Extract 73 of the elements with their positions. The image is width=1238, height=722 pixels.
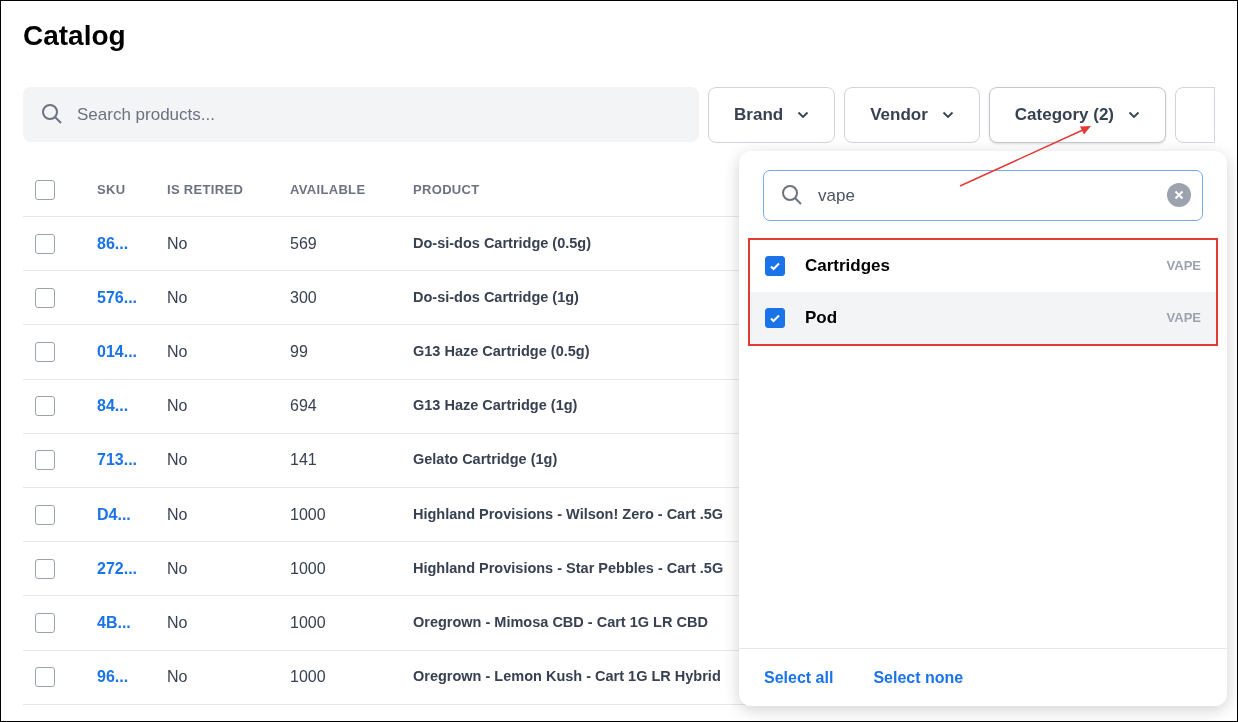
column-header: IS RETIRED xyxy=(167,180,245,199)
table-cell-text: 1000 xyxy=(290,558,327,579)
checkbox[interactable] xyxy=(35,558,55,579)
table-cell-text: Oregrown - Lemon Kush - Cart 1G LR Hybrid xyxy=(413,667,721,687)
filter-dropdown[interactable] xyxy=(1175,87,1215,143)
table-cell-text: No xyxy=(167,667,189,688)
column-header: PRODUCT xyxy=(413,180,481,199)
option-label: Pod xyxy=(805,307,839,330)
table-cell-text: 1000 xyxy=(290,667,327,688)
select-link[interactable]: Select all xyxy=(764,665,834,690)
table-cell-text: 141 xyxy=(290,450,318,471)
sku-link[interactable]: D4... xyxy=(97,502,167,527)
checkbox[interactable] xyxy=(35,667,55,688)
table-cell-text: No xyxy=(167,341,189,362)
check-icon xyxy=(769,260,781,272)
sku-link[interactable]: 014... xyxy=(97,339,167,364)
checkbox[interactable] xyxy=(35,612,55,633)
table-cell-text: Do-si-dos Cartridge (0.5g) xyxy=(413,233,592,253)
check-icon xyxy=(769,312,781,324)
table-cell-text: Highland Provisions - Star Pebbles - Cart .5G xyxy=(413,558,724,578)
filter-search-field[interactable]: vape xyxy=(763,170,1203,221)
sku-link[interactable]: 576... xyxy=(97,285,167,310)
sku-link[interactable]: 86... xyxy=(97,231,167,256)
table-cell-text: No xyxy=(167,558,189,579)
table-cell-text: Gelato Cartridge (1g) xyxy=(413,450,558,470)
checkbox[interactable] xyxy=(35,287,55,308)
checkbox[interactable] xyxy=(35,504,55,525)
table-cell-text: 1000 xyxy=(290,612,327,633)
option-tag: VAPE xyxy=(1166,256,1201,276)
column-header: SKU xyxy=(97,180,127,199)
sku-link[interactable]: 84... xyxy=(97,394,167,419)
table-cell-text: Do-si-dos Cartridge (1g) xyxy=(413,287,579,307)
checkbox[interactable] xyxy=(765,308,785,328)
search-field[interactable]: Search products... xyxy=(23,87,700,142)
checkbox[interactable] xyxy=(765,256,785,276)
table-cell-text: Highland Provisions - Wilson! Zero - Cart .5G xyxy=(413,504,724,524)
category-option[interactable]: Pod VAPE xyxy=(750,292,1216,344)
table-cell-text: No xyxy=(167,287,189,308)
table-cell-text: G13 Haze Cartridge (1g) xyxy=(413,396,578,416)
table-cell-text: 99 xyxy=(290,341,309,362)
sku-link[interactable]: 96... xyxy=(97,665,167,690)
table-cell-text: 569 xyxy=(290,233,318,254)
sku-link[interactable]: 4B... xyxy=(97,610,167,635)
column-header: AVAILABLE xyxy=(290,180,367,199)
chevron-down-icon xyxy=(1128,111,1140,119)
table-cell-text: 694 xyxy=(290,396,318,417)
table-cell-text: No xyxy=(167,396,189,417)
sku-link[interactable]: 713... xyxy=(97,448,167,473)
filter-dropdown[interactable]: Brand xyxy=(708,87,836,143)
table-cell-text: 300 xyxy=(290,287,318,308)
checkbox[interactable] xyxy=(35,396,55,417)
checkbox[interactable] xyxy=(35,179,55,200)
sku-link[interactable]: 272... xyxy=(97,556,167,581)
search-icon xyxy=(781,184,803,206)
chevron-down-icon xyxy=(797,111,810,119)
checkbox[interactable] xyxy=(35,233,55,254)
chevron-down-icon xyxy=(941,111,954,119)
page-title: Catalog xyxy=(23,19,127,53)
table-cell-text: No xyxy=(167,612,189,633)
table-cell-text: No xyxy=(167,233,189,254)
select-link[interactable]: Select none xyxy=(873,665,964,690)
filter-dropdown[interactable]: Category (2) xyxy=(988,87,1166,143)
checkbox[interactable] xyxy=(35,450,55,471)
search-icon xyxy=(41,103,63,125)
table-cell-text: Oregrown - Mimosa CBD - Cart 1G LR CBD xyxy=(413,613,708,633)
table-cell-text: G13 Haze Cartridge (0.5g) xyxy=(413,342,590,362)
table-cell-text: No xyxy=(167,504,189,525)
checkbox[interactable] xyxy=(35,341,55,362)
option-tag: VAPE xyxy=(1166,308,1201,328)
table-cell-text: 1000 xyxy=(290,504,327,525)
table-cell-text: No xyxy=(167,450,189,471)
option-label: Cartridges xyxy=(805,255,892,278)
filter-dropdown[interactable]: Vendor xyxy=(844,87,980,143)
